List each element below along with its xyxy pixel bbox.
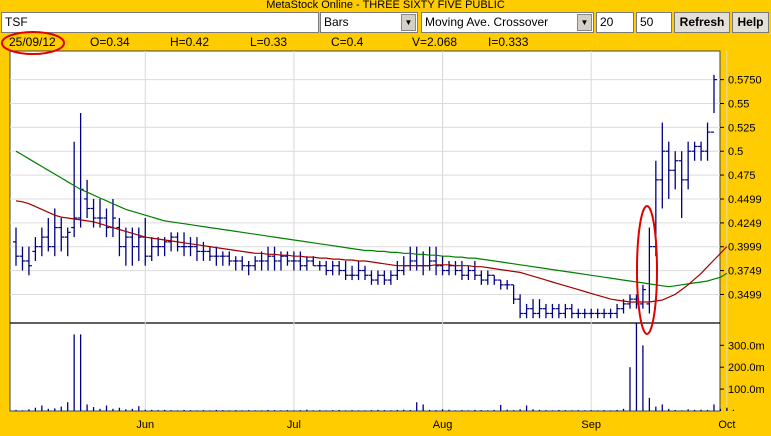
price-tick-label: 0.5 [728,146,743,158]
volume-tick-label: 100.0m [728,384,765,396]
price-tick-label: 0.55 [728,98,749,110]
x-axis-label: Aug [433,419,453,431]
x-axis-label: Jun [136,419,154,431]
price-tick-label: 0.4249 [728,218,762,230]
chart-plot-area [9,50,721,412]
price-tick-label: 0.475 [728,170,756,182]
price-tick-label: 0.3749 [728,266,762,278]
price-tick-label: 0.3999 [728,242,762,254]
volume-tick-label: 200.0m [728,362,765,374]
price-tick-label: 0.3499 [728,289,762,301]
price-tick-label: 0.4499 [728,194,762,206]
price-tick-label: 0.5750 [728,75,762,87]
x-axis-label: Oct [718,419,735,431]
x-axis-label: Jul [287,419,301,431]
x-axis-label: Sep [581,419,601,431]
volume-tick-label: 300.0m [728,340,765,352]
price-tick-label: 0.525 [728,122,756,134]
stock-chart[interactable]: 0.5750 0.55 0.525 0.5 0.475 0.4499 0.4249 0.399… [0,0,771,436]
